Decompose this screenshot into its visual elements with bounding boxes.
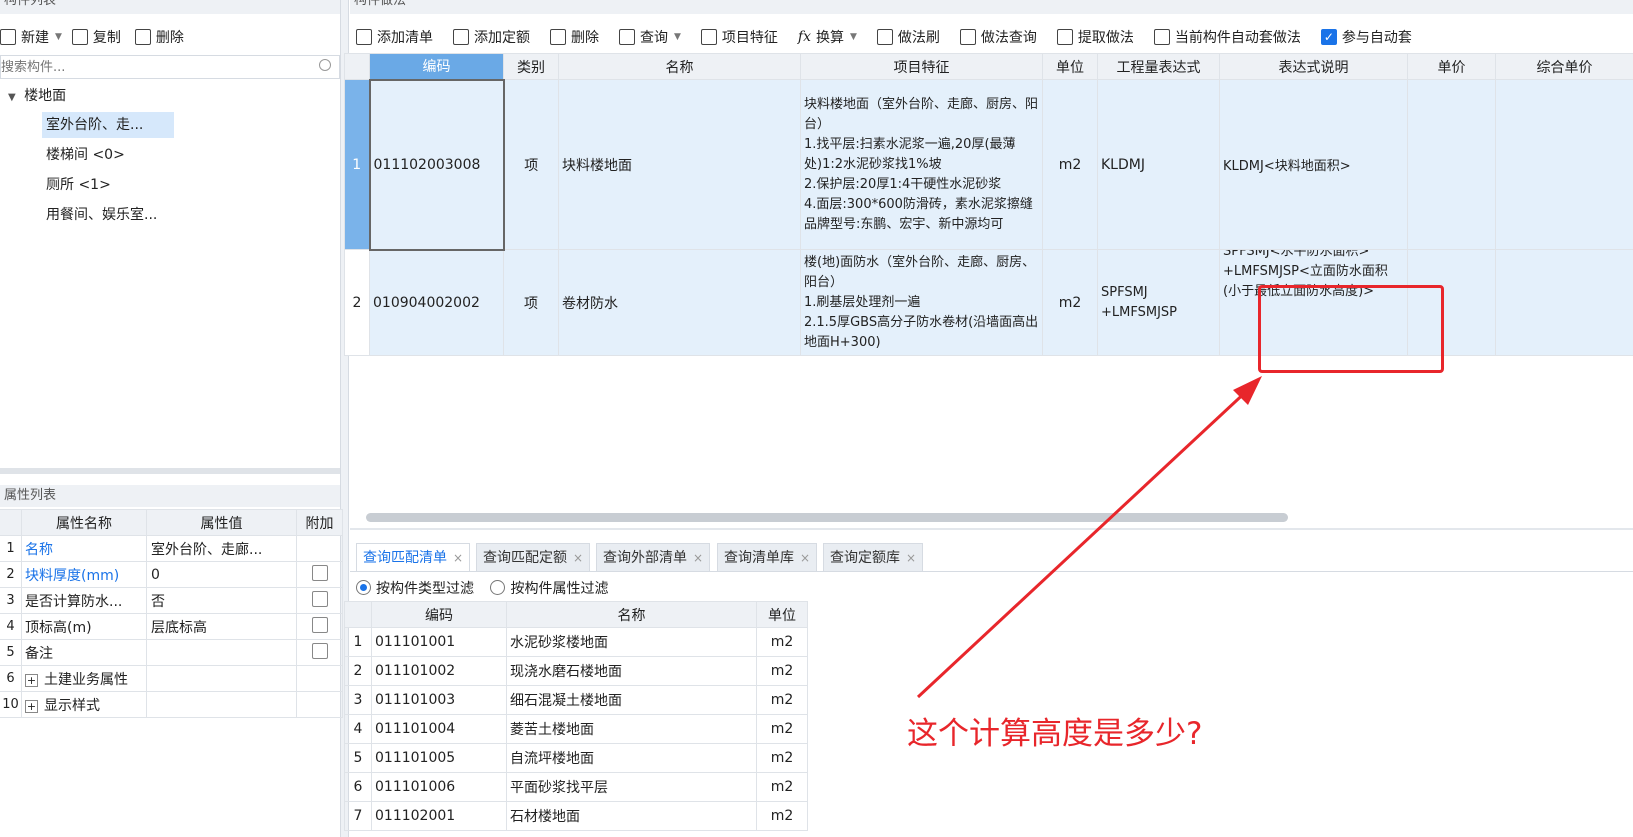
annotation-arrow — [916, 376, 1262, 699]
annotation-question: 这个计算高度是多少? — [907, 716, 1203, 752]
